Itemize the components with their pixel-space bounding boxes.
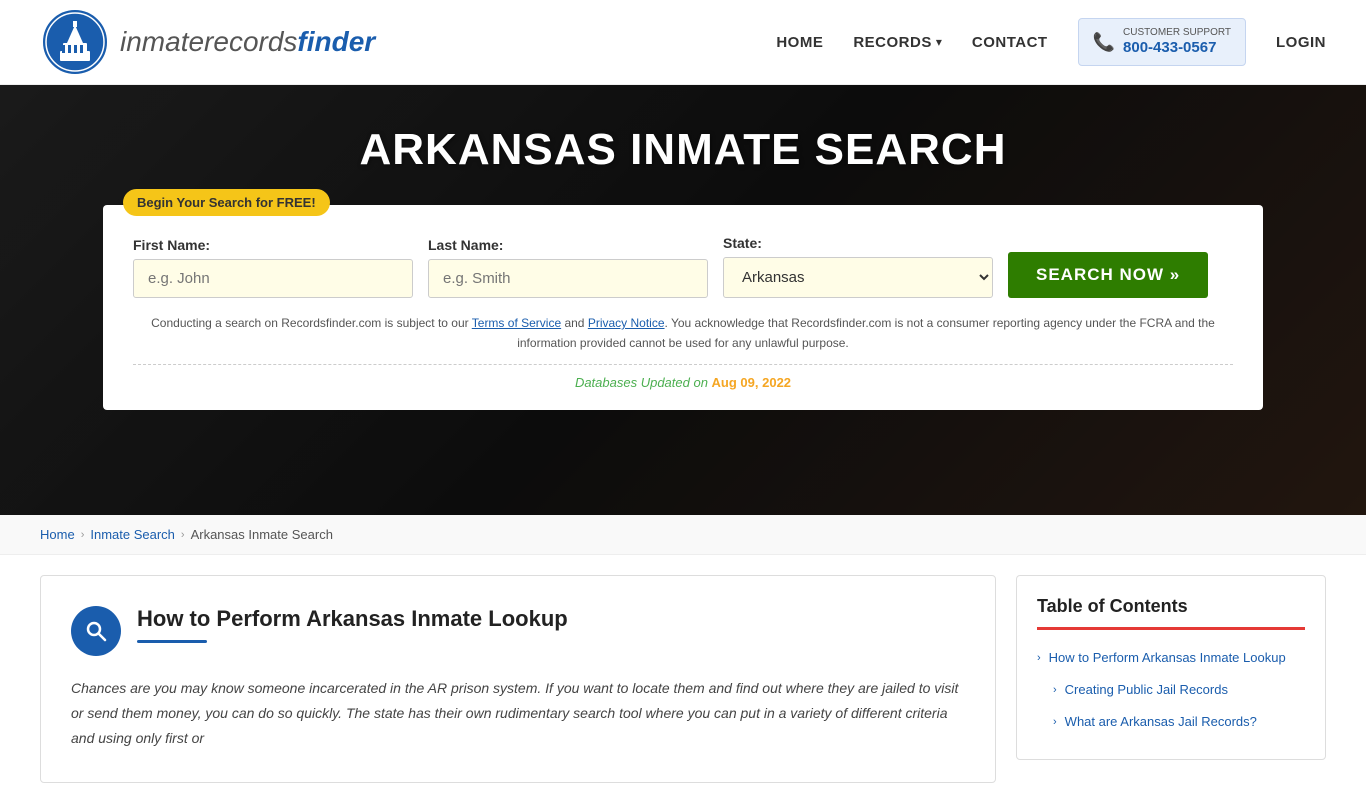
privacy-link[interactable]: Privacy Notice [588, 316, 665, 330]
nav-records-label[interactable]: RECORDS [853, 34, 932, 51]
toc-item-3-label: What are Arkansas Jail Records? [1065, 713, 1257, 731]
state-select[interactable]: Arkansas Alabama Alaska California Color… [723, 257, 993, 298]
breadcrumb-home[interactable]: Home [40, 527, 75, 542]
search-icon [84, 619, 108, 643]
site-header: inmaterecordsfinder HOME RECORDS ▾ CONTA… [0, 0, 1366, 85]
state-label: State: [723, 235, 993, 251]
search-now-button[interactable]: SEARCH NOW » [1008, 252, 1208, 298]
chevron-down-icon: ▾ [936, 35, 942, 49]
search-box: Begin Your Search for FREE! First Name: … [103, 205, 1263, 410]
article-body: Chances are you may know someone incarce… [71, 676, 965, 752]
article-title: How to Perform Arkansas Inmate Lookup [137, 606, 568, 632]
last-name-label: Last Name: [428, 237, 708, 253]
hero-title: ARKANSAS INMATE SEARCH [360, 125, 1007, 175]
breadcrumb: Home › Inmate Search › Arkansas Inmate S… [0, 515, 1366, 555]
nav-home[interactable]: HOME [776, 34, 823, 51]
first-name-label: First Name: [133, 237, 413, 253]
article-title-underline [137, 640, 207, 643]
db-update: Databases Updated on Aug 09, 2022 [133, 364, 1233, 390]
tos-link[interactable]: Terms of Service [472, 316, 561, 330]
disclaimer-text: Conducting a search on Recordsfinder.com… [133, 313, 1233, 354]
logo-text: inmaterecordsfinder [120, 26, 375, 58]
toc-item-1[interactable]: › How to Perform Arkansas Inmate Lookup [1037, 642, 1305, 674]
logo-icon [40, 7, 110, 77]
nav-contact[interactable]: CONTACT [972, 34, 1048, 51]
nav-login[interactable]: LOGIN [1276, 34, 1326, 51]
search-fields: First Name: Last Name: State: Arkansas A… [133, 235, 1233, 298]
article-title-block: How to Perform Arkansas Inmate Lookup [137, 606, 568, 643]
breadcrumb-inmate-search[interactable]: Inmate Search [90, 527, 175, 542]
toc-item-2-label: Creating Public Jail Records [1065, 681, 1228, 699]
hero-section: ARKANSAS INMATE SEARCH Begin Your Search… [0, 85, 1366, 515]
state-group: State: Arkansas Alabama Alaska Californi… [723, 235, 993, 298]
last-name-group: Last Name: [428, 237, 708, 298]
breadcrumb-current: Arkansas Inmate Search [191, 527, 333, 542]
toc-item-2[interactable]: › Creating Public Jail Records [1037, 674, 1305, 706]
begin-search-badge: Begin Your Search for FREE! [123, 189, 330, 216]
phone-icon: 📞 [1093, 32, 1115, 53]
toc-item-3[interactable]: › What are Arkansas Jail Records? [1037, 706, 1305, 738]
toc-title: Table of Contents [1037, 596, 1305, 630]
db-update-text: Databases Updated on [575, 375, 708, 390]
toc-item-1-label: How to Perform Arkansas Inmate Lookup [1049, 649, 1286, 667]
main-content: How to Perform Arkansas Inmate Lookup Ch… [0, 555, 1366, 803]
breadcrumb-sep-2: › [181, 529, 185, 541]
logo-area[interactable]: inmaterecordsfinder [40, 7, 375, 77]
chevron-right-icon-2: › [1053, 683, 1057, 698]
last-name-input[interactable] [428, 259, 708, 298]
main-nav: HOME RECORDS ▾ CONTACT 📞 CUSTOMER SUPPOR… [776, 18, 1326, 66]
article-header: How to Perform Arkansas Inmate Lookup [71, 606, 965, 656]
sidebar-toc: Table of Contents › How to Perform Arkan… [1016, 575, 1326, 760]
support-text: CUSTOMER SUPPORT 800-433-0567 [1123, 27, 1231, 57]
first-name-input[interactable] [133, 259, 413, 298]
chevron-right-icon: › [1037, 651, 1041, 666]
search-icon-circle [71, 606, 121, 656]
article: How to Perform Arkansas Inmate Lookup Ch… [40, 575, 996, 783]
chevron-right-icon-3: › [1053, 715, 1057, 730]
breadcrumb-sep-1: › [81, 529, 85, 541]
nav-records[interactable]: RECORDS ▾ [853, 34, 942, 51]
customer-support-button[interactable]: 📞 CUSTOMER SUPPORT 800-433-0567 [1078, 18, 1246, 66]
first-name-group: First Name: [133, 237, 413, 298]
db-update-date: Aug 09, 2022 [712, 375, 792, 390]
